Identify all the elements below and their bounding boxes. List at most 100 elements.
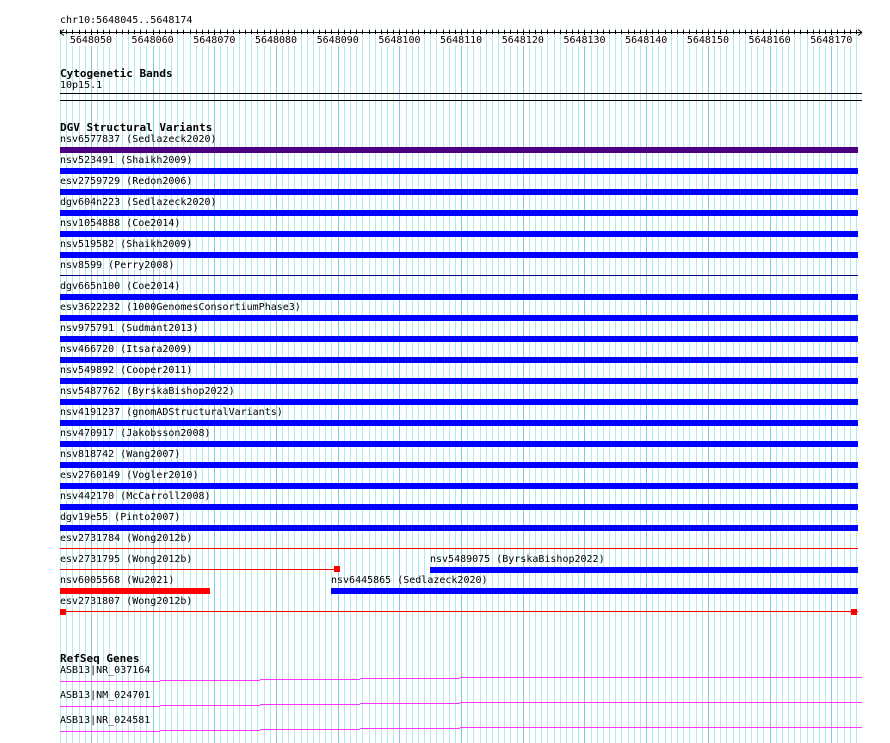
track-title-cytogenetic-bands[interactable]: Cytogenetic Bands (60, 68, 173, 79)
gene-line[interactable] (60, 731, 160, 732)
variant-bar[interactable] (60, 357, 858, 363)
feature-label[interactable]: nsv6005568 (Wu2021) (60, 575, 174, 586)
feature-label[interactable]: esv2731784 (Wong2012b) (60, 533, 192, 544)
variant-bar[interactable] (60, 210, 858, 216)
gene-line[interactable] (660, 702, 760, 703)
variant-block[interactable] (851, 609, 857, 615)
variant-bar[interactable] (60, 147, 858, 153)
variant-bar[interactable] (60, 420, 858, 426)
gene-label[interactable]: ASB13|NR_024581 (60, 715, 150, 726)
feature-label[interactable]: nsv519582 (Shaikh2009) (60, 239, 192, 250)
gene-line[interactable] (560, 677, 660, 678)
variant-block[interactable] (60, 609, 66, 615)
track-title-refseq[interactable]: RefSeq Genes (60, 653, 139, 664)
variant-bar[interactable] (60, 189, 858, 195)
gene-line[interactable] (460, 727, 560, 728)
gene-line[interactable] (160, 730, 260, 731)
gene-line[interactable] (860, 727, 862, 728)
variant-line[interactable] (60, 548, 858, 549)
ruler-tick-label: 5648170 (810, 35, 853, 46)
variant-bar[interactable] (60, 315, 858, 321)
feature-label[interactable]: nsv975791 (Sudmant2013) (60, 323, 198, 334)
feature-label[interactable]: dgv665n100 (Coe2014) (60, 281, 180, 292)
feature-label[interactable]: nsv466720 (Itsara2009) (60, 344, 192, 355)
ruler-tick-label: 5648150 (686, 35, 729, 46)
gene-line[interactable] (160, 705, 260, 706)
gene-line[interactable] (60, 681, 160, 682)
feature-label[interactable]: esv2759729 (Redon2006) (60, 176, 192, 187)
ruler-tick-label: 5648070 (193, 35, 236, 46)
gene-line[interactable] (860, 702, 862, 703)
feature-label[interactable]: nsv818742 (Wang2007) (60, 449, 180, 460)
variant-bar[interactable] (331, 588, 858, 594)
gene-line[interactable] (560, 727, 660, 728)
feature-label[interactable]: esv2731807 (Wong2012b) (60, 596, 192, 607)
gene-line[interactable] (760, 727, 860, 728)
variant-bar[interactable] (60, 462, 858, 468)
variant-bar[interactable] (60, 588, 210, 594)
feature-label[interactable]: nsv8599 (Perry2008) (60, 260, 174, 271)
feature-label[interactable]: nsv5489075 (ByrskaBishop2022) (430, 554, 605, 565)
gene-line[interactable] (460, 677, 560, 678)
gene-line[interactable] (560, 702, 660, 703)
track-title-dgv[interactable]: DGV Structural Variants (60, 122, 212, 133)
gene-line[interactable] (360, 728, 460, 729)
gene-line[interactable] (760, 702, 860, 703)
location-label: chr10:5648045..5648174 (60, 15, 193, 26)
gene-line[interactable] (260, 704, 360, 705)
ruler-tick-label: 5648100 (378, 35, 421, 46)
variant-bar[interactable] (60, 399, 858, 405)
variant-bar[interactable] (60, 294, 858, 300)
variant-bar[interactable] (60, 252, 858, 258)
feature-label[interactable]: nsv6577837 (Sedlazeck2020) (60, 134, 217, 145)
variant-bar[interactable] (60, 525, 858, 531)
feature-label[interactable]: esv2760149 (Vogler2010) (60, 470, 198, 481)
feature-label[interactable]: nsv4191237 (gnomADStructuralVariants) (60, 407, 283, 418)
variant-bar[interactable] (60, 231, 858, 237)
feature-label[interactable]: dgv19e55 (Pinto2007) (60, 512, 180, 523)
variant-bar[interactable] (60, 378, 858, 384)
feature-label[interactable]: nsv549892 (Cooper2011) (60, 365, 192, 376)
ruler-tick-label: 5648110 (440, 35, 483, 46)
variant-bar[interactable] (60, 483, 858, 489)
gene-line[interactable] (760, 677, 860, 678)
feature-label[interactable]: nsv1054888 (Coe2014) (60, 218, 180, 229)
gene-line[interactable] (360, 703, 460, 704)
gene-line[interactable] (360, 678, 460, 679)
variant-bar[interactable] (60, 168, 858, 174)
feature-label[interactable]: nsv6445865 (Sedlazeck2020) (331, 575, 488, 586)
track-divider (60, 100, 862, 101)
gene-line[interactable] (260, 679, 360, 680)
ruler-tick-label: 5648120 (501, 35, 544, 46)
gene-line[interactable] (60, 706, 160, 707)
ruler-tick-label: 5648060 (131, 35, 174, 46)
variant-bar[interactable] (430, 567, 858, 573)
cytoband-label: 10p15.1 (60, 80, 103, 91)
variant-bar[interactable] (60, 441, 858, 447)
variant-block[interactable] (334, 566, 340, 572)
feature-label[interactable]: nsv442170 (McCarroll2008) (60, 491, 211, 502)
gene-line[interactable] (660, 677, 760, 678)
variant-line[interactable] (60, 569, 340, 570)
variant-line[interactable] (60, 275, 858, 276)
feature-label[interactable]: nsv523491 (Shaikh2009) (60, 155, 192, 166)
feature-label[interactable]: dgv604n223 (Sedlazeck2020) (60, 197, 217, 208)
gene-line[interactable] (260, 729, 360, 730)
feature-label[interactable]: nsv5487762 (ByrskaBishop2022) (60, 386, 235, 397)
variant-bar[interactable] (60, 504, 858, 510)
variant-line[interactable] (60, 611, 858, 612)
ruler-tick-label: 5648160 (748, 35, 791, 46)
feature-label[interactable]: nsv470917 (Jakobsson2008) (60, 428, 211, 439)
gene-label[interactable]: ASB13|NR_037164 (60, 665, 150, 676)
gene-label[interactable]: ASB13|NM_024701 (60, 690, 150, 701)
gene-line[interactable] (860, 677, 862, 678)
ruler-tick-label: 5648050 (69, 35, 112, 46)
gene-line[interactable] (460, 702, 560, 703)
feature-label[interactable]: esv3622232 (1000GenomesConsortiumPhase3) (60, 302, 301, 313)
gene-line[interactable] (660, 727, 760, 728)
gene-line[interactable] (160, 680, 260, 681)
feature-label[interactable]: esv2731795 (Wong2012b) (60, 554, 192, 565)
variant-bar[interactable] (60, 336, 858, 342)
ruler-tick-label: 5648090 (316, 35, 359, 46)
ruler-tick-label: 5648130 (563, 35, 606, 46)
